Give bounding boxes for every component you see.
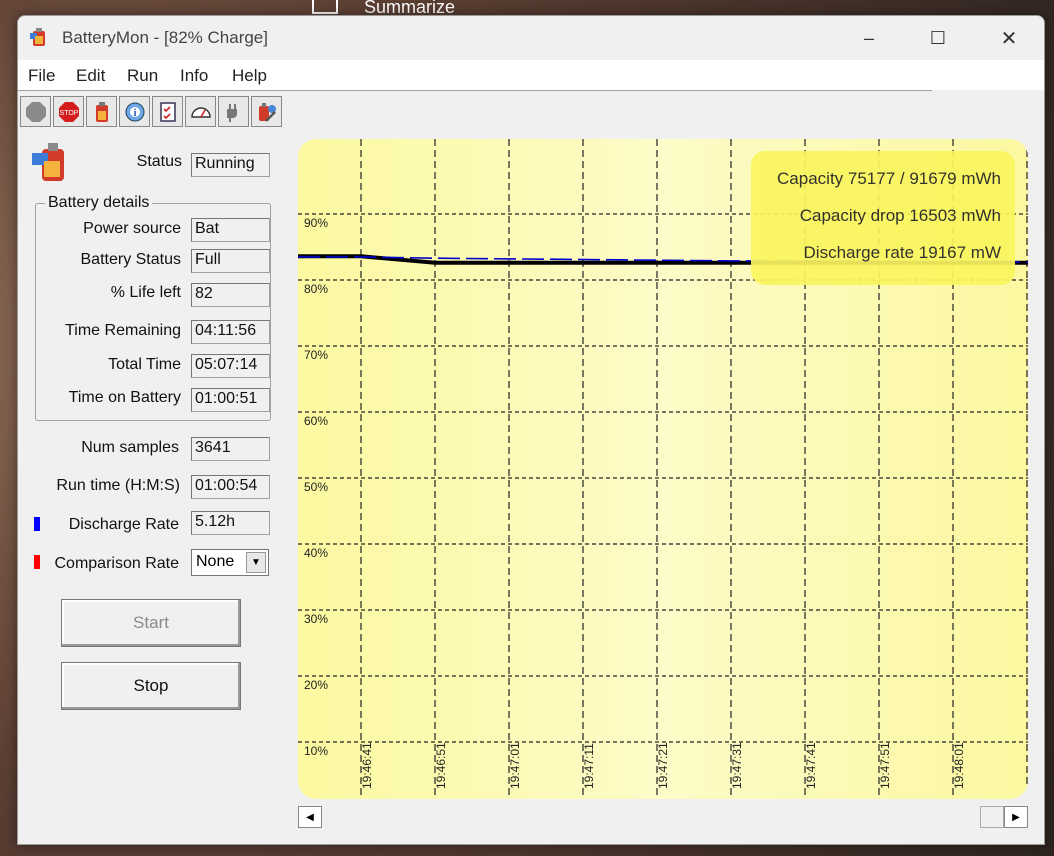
horizontal-scrollbar[interactable]: ◀ ▶	[298, 804, 1028, 830]
num-samples-field: 3641	[191, 437, 270, 461]
close-button[interactable]: ✕	[986, 22, 1032, 54]
time-on-battery-field: 01:00:51	[191, 388, 270, 412]
chevron-down-icon[interactable]: ▼	[246, 552, 266, 573]
discharge-rate-marker	[34, 517, 40, 531]
x-tick-label: 19:46:41	[360, 742, 374, 789]
stop-sign-icon[interactable]: STOP	[53, 96, 84, 127]
gauge-icon[interactable]	[185, 96, 216, 127]
battery-details-title: Battery details	[45, 194, 153, 212]
run-time-label: Run time (H:M:S)	[56, 477, 180, 494]
time-remaining-field: 04:11:56	[191, 320, 270, 344]
x-tick-label: 19:47:21	[656, 742, 670, 789]
menu-run[interactable]: Run	[127, 66, 158, 86]
menu-divider	[18, 90, 932, 91]
comparison-rate-marker	[34, 555, 40, 569]
svg-text:STOP: STOP	[59, 110, 78, 117]
y-tick-label: 60%	[304, 414, 328, 428]
y-tick-label: 90%	[304, 216, 328, 230]
battery-status-label: Battery Status	[80, 251, 182, 268]
scroll-thumb[interactable]	[980, 806, 1004, 828]
battery-status-field: Full	[191, 249, 270, 273]
status-label: Status	[136, 153, 182, 170]
y-tick-label: 50%	[304, 480, 328, 494]
menu-file[interactable]: File	[28, 66, 55, 86]
power-source-field: Bat	[191, 218, 270, 242]
minimize-button[interactable]: –	[846, 22, 892, 54]
battery-logo-icon	[32, 143, 64, 181]
battery-chart: 90% 80% 70% 60% 50% 40% 30% 20% 10% 19:46:41 19:46…	[298, 139, 1028, 799]
battery-icon[interactable]	[86, 96, 117, 127]
start-button[interactable]: Start	[61, 599, 241, 647]
chart-legend: Capacity 75177 / 91679 mWh Capacity drop…	[751, 151, 1015, 285]
power-source-label: Power source	[83, 220, 181, 237]
scroll-left-button[interactable]: ◀	[298, 806, 322, 828]
comparison-rate-value: None	[196, 553, 235, 570]
total-time-field: 05:07:14	[191, 354, 270, 378]
checklist-icon[interactable]	[152, 96, 183, 127]
batterymon-window: BatteryMon - [82% Charge] – ☐ ✕ File Edi…	[17, 15, 1045, 845]
plug-icon[interactable]	[218, 96, 249, 127]
battery-settings-icon[interactable]	[251, 96, 282, 127]
x-tick-label: 19:46:51	[434, 742, 448, 789]
menu-help[interactable]: Help	[232, 66, 267, 86]
y-tick-label: 10%	[304, 744, 328, 758]
life-left-field: 82	[191, 283, 270, 307]
comparison-rate-select[interactable]: None ▼	[191, 549, 269, 576]
x-tick-label: 19:47:31	[730, 742, 744, 789]
maximize-button[interactable]: ☐	[915, 22, 961, 54]
x-tick-label: 19:47:01	[508, 742, 522, 789]
menu-bar: File Edit Run Info Help	[18, 60, 1044, 90]
battery-app-icon	[30, 28, 45, 46]
x-tick-label: 19:47:11	[582, 743, 596, 789]
menu-edit[interactable]: Edit	[76, 66, 105, 86]
y-tick-label: 30%	[304, 612, 328, 626]
x-tick-label: 19:4	[1026, 765, 1028, 789]
svg-text:i: i	[133, 108, 136, 119]
x-tick-label: 19:48:01	[952, 742, 966, 789]
stop-circle-icon[interactable]	[20, 96, 51, 127]
num-samples-label: Num samples	[81, 439, 179, 456]
time-remaining-label: Time Remaining	[65, 322, 181, 339]
run-time-field: 01:00:54	[191, 475, 270, 499]
title-bar: BatteryMon - [82% Charge] – ☐ ✕	[18, 16, 1044, 60]
y-tick-label: 80%	[304, 282, 328, 296]
taskbar-snippet: Summarize	[312, 0, 512, 14]
window-title: BatteryMon - [82% Charge]	[62, 28, 268, 47]
life-left-label: % Life left	[110, 284, 181, 301]
time-on-battery-label: Time on Battery	[68, 389, 181, 406]
status-field: Running	[191, 153, 270, 177]
discharge-rate-field: 5.12h	[191, 511, 270, 535]
stop-button[interactable]: Stop	[61, 662, 241, 710]
total-time-label: Total Time	[108, 356, 181, 373]
x-tick-label: 19:47:41	[804, 742, 818, 789]
discharge-rate-label: Discharge Rate	[68, 516, 179, 533]
y-tick-label: 40%	[304, 546, 328, 560]
menu-info[interactable]: Info	[180, 66, 208, 86]
x-tick-label: 19:47:51	[878, 742, 892, 789]
legend-capacity-drop: Capacity drop 16503 mWh	[799, 206, 1001, 225]
scroll-right-button[interactable]: ▶	[1004, 806, 1028, 828]
y-tick-label: 20%	[304, 678, 328, 692]
gear-info-icon[interactable]: i	[119, 96, 150, 127]
legend-capacity: Capacity 75177 / 91679 mWh	[777, 169, 1001, 188]
y-tick-label: 70%	[304, 348, 328, 362]
comparison-rate-label: Comparison Rate	[54, 555, 180, 572]
legend-discharge-rate: Discharge rate 19167 mW	[803, 243, 1001, 262]
